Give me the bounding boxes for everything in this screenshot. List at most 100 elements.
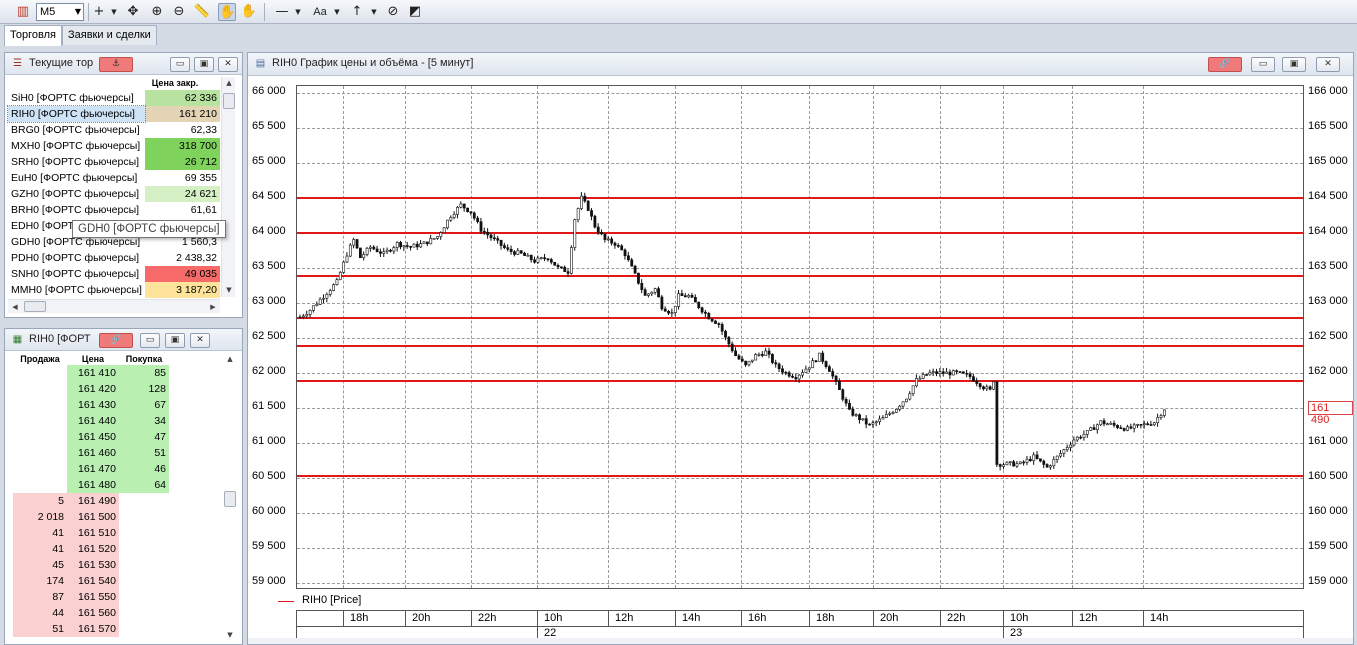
- quote-row[interactable]: EuH0 [ФОРТС фьючерсы] 69 355: [8, 170, 220, 186]
- chart-settings-icon[interactable]: ▥: [14, 3, 32, 21]
- candle-body: [623, 249, 627, 257]
- orderbook-row[interactable]: 161 430 67: [13, 397, 169, 413]
- orderbook-row[interactable]: 2 018 161 500: [13, 509, 169, 525]
- move-icon[interactable]: ✥: [124, 3, 142, 21]
- minimize-button[interactable]: ▭: [170, 57, 190, 72]
- candle-body: [1015, 463, 1019, 467]
- eraser-icon[interactable]: ◩: [406, 3, 424, 21]
- chevron-down-icon[interactable]: ▼: [333, 3, 341, 21]
- candle-body: [476, 217, 480, 222]
- quote-row[interactable]: MXH0 [ФОРТС фьючерсы] 318 700: [8, 138, 220, 154]
- maximize-button[interactable]: ▣: [165, 333, 185, 348]
- scroll-down-arrow[interactable]: ▼: [222, 284, 236, 296]
- right-axis-tick: 165 000: [1308, 155, 1348, 167]
- scroll-hand-icon[interactable]: ✋: [240, 3, 258, 21]
- timeframe-select[interactable]: M5 ▼: [36, 3, 84, 21]
- chevron-down-icon[interactable]: ▼: [110, 3, 118, 21]
- candle-body: [412, 243, 416, 248]
- quotes-vertical-scrollbar[interactable]: ▲ ▼: [221, 77, 235, 297]
- close-button[interactable]: ✕: [190, 333, 210, 348]
- quote-row[interactable]: PDH0 [ФОРТС фьючерсы] 2 438,32: [8, 250, 220, 266]
- candle-body: [948, 371, 952, 376]
- chart-scroll-strip[interactable]: [248, 638, 1353, 644]
- candle-body: [901, 401, 905, 407]
- candle-body: [878, 418, 882, 422]
- candle-body: [375, 248, 379, 253]
- candle-body: [449, 217, 453, 221]
- orderbook-sell-cell: 174: [13, 573, 67, 589]
- tab-trading[interactable]: Торговля: [4, 25, 62, 46]
- orderbook-row[interactable]: 51 161 570: [13, 621, 169, 637]
- line-tool-icon[interactable]: —: [272, 3, 292, 21]
- minimize-button[interactable]: ▭: [1251, 57, 1275, 72]
- chevron-down-icon[interactable]: ▼: [370, 3, 378, 21]
- arrow-up-icon[interactable]: ↑: [348, 3, 366, 21]
- orderbook-sell-cell: 87: [13, 589, 67, 605]
- price-plot-area[interactable]: [296, 85, 1304, 589]
- scroll-left-arrow[interactable]: ◀: [8, 301, 22, 313]
- orderbook-row[interactable]: 161 480 64: [13, 477, 169, 493]
- close-button[interactable]: ✕: [218, 57, 238, 72]
- ruler-icon[interactable]: 📏: [193, 3, 211, 21]
- quote-row[interactable]: RIH0 [ФОРТС фьючерсы] 161 210: [7, 105, 220, 123]
- zoom-in-icon[interactable]: ⊕: [148, 3, 166, 21]
- candle-body: [1059, 453, 1062, 457]
- orderbook-row[interactable]: 44 161 560: [13, 605, 169, 621]
- minimize-button[interactable]: ▭: [140, 333, 160, 348]
- candle-body: [630, 259, 634, 267]
- candle-body: [1045, 464, 1049, 468]
- orderbook-sell-cell: [13, 397, 67, 413]
- candle-body: [938, 371, 942, 375]
- quote-row[interactable]: GZH0 [ФОРТС фьючерсы] 24 621: [8, 186, 220, 202]
- text-tool-button[interactable]: Aa: [310, 3, 330, 21]
- orderbook-price-cell: 161 520: [67, 541, 119, 557]
- scroll-up-arrow[interactable]: ▲: [223, 353, 237, 365]
- orderbook-row[interactable]: 5 161 490: [13, 493, 169, 509]
- quote-row[interactable]: BRG0 [ФОРТС фьючерсы] 62,33: [8, 122, 220, 138]
- candle-body: [965, 372, 969, 375]
- anchor-link-button[interactable]: ⚓: [99, 57, 133, 72]
- maximize-button[interactable]: ▣: [1282, 57, 1306, 72]
- orderbook-vertical-scrollbar[interactable]: ▲ ▼: [223, 353, 237, 643]
- hide-drawings-icon[interactable]: ⊘: [384, 3, 402, 21]
- scroll-down-arrow[interactable]: ▼: [223, 629, 237, 641]
- quote-row[interactable]: SiH0 [ФОРТС фьючерсы] 62 336: [8, 90, 220, 106]
- time-axis: 18h 20h 22h 10h 12h 14h 16h 18h 20h 22h 10h 12h 14h 2…: [296, 610, 1304, 641]
- maximize-button[interactable]: ▣: [194, 57, 214, 72]
- scroll-thumb[interactable]: [223, 93, 235, 109]
- crosshair-icon[interactable]: +: [90, 3, 108, 21]
- candle-body: [1055, 455, 1059, 460]
- quote-row[interactable]: BRH0 [ФОРТС фьючерсы] 61,61: [8, 202, 220, 218]
- link-button[interactable]: 🔗: [99, 333, 133, 348]
- link-button[interactable]: 🔗: [1208, 57, 1242, 72]
- orderbook-row[interactable]: 45 161 530: [13, 557, 169, 573]
- quote-row[interactable]: SNH0 [ФОРТС фьючерсы] 49 035: [8, 266, 220, 282]
- chevron-down-icon[interactable]: ▼: [294, 3, 302, 21]
- orderbook-row[interactable]: 41 161 510: [13, 525, 169, 541]
- orderbook-row[interactable]: 161 460 51: [13, 445, 169, 461]
- orderbook-row[interactable]: 161 450 47: [13, 429, 169, 445]
- orderbook-row[interactable]: 161 470 46: [13, 461, 169, 477]
- orderbook-row[interactable]: 41 161 520: [13, 541, 169, 557]
- orderbook-row[interactable]: 161 440 34: [13, 413, 169, 429]
- candle-body: [620, 245, 624, 251]
- candle-body: [650, 291, 654, 295]
- scroll-thumb[interactable]: [224, 491, 236, 507]
- chart-panel-header: ▤ RIH0 График цены и объёма - [5 минут] …: [248, 53, 1353, 76]
- zoom-out-icon[interactable]: ⊖: [170, 3, 188, 21]
- timeframe-value: M5: [40, 6, 56, 18]
- quote-row[interactable]: SRH0 [ФОРТС фьючерсы] 26 712: [8, 154, 220, 170]
- scroll-right-arrow[interactable]: ▶: [206, 301, 220, 313]
- hand-tool-icon[interactable]: ✋: [218, 3, 236, 21]
- quotes-horizontal-scrollbar[interactable]: ◀ ▶: [8, 299, 220, 313]
- orderbook-row[interactable]: 174 161 540: [13, 573, 169, 589]
- tab-orders-trades[interactable]: Заявки и сделки: [62, 25, 157, 45]
- scroll-thumb[interactable]: [24, 301, 46, 312]
- orderbook-row[interactable]: 161 410 85: [13, 365, 169, 381]
- close-button[interactable]: ✕: [1316, 57, 1340, 72]
- close-price: 318 700: [144, 138, 220, 154]
- quote-row[interactable]: MMH0 [ФОРТС фьючерсы] 3 187,20: [8, 282, 220, 298]
- orderbook-row[interactable]: 87 161 550: [13, 589, 169, 605]
- scroll-up-arrow[interactable]: ▲: [222, 77, 236, 89]
- orderbook-row[interactable]: 161 420 128: [13, 381, 169, 397]
